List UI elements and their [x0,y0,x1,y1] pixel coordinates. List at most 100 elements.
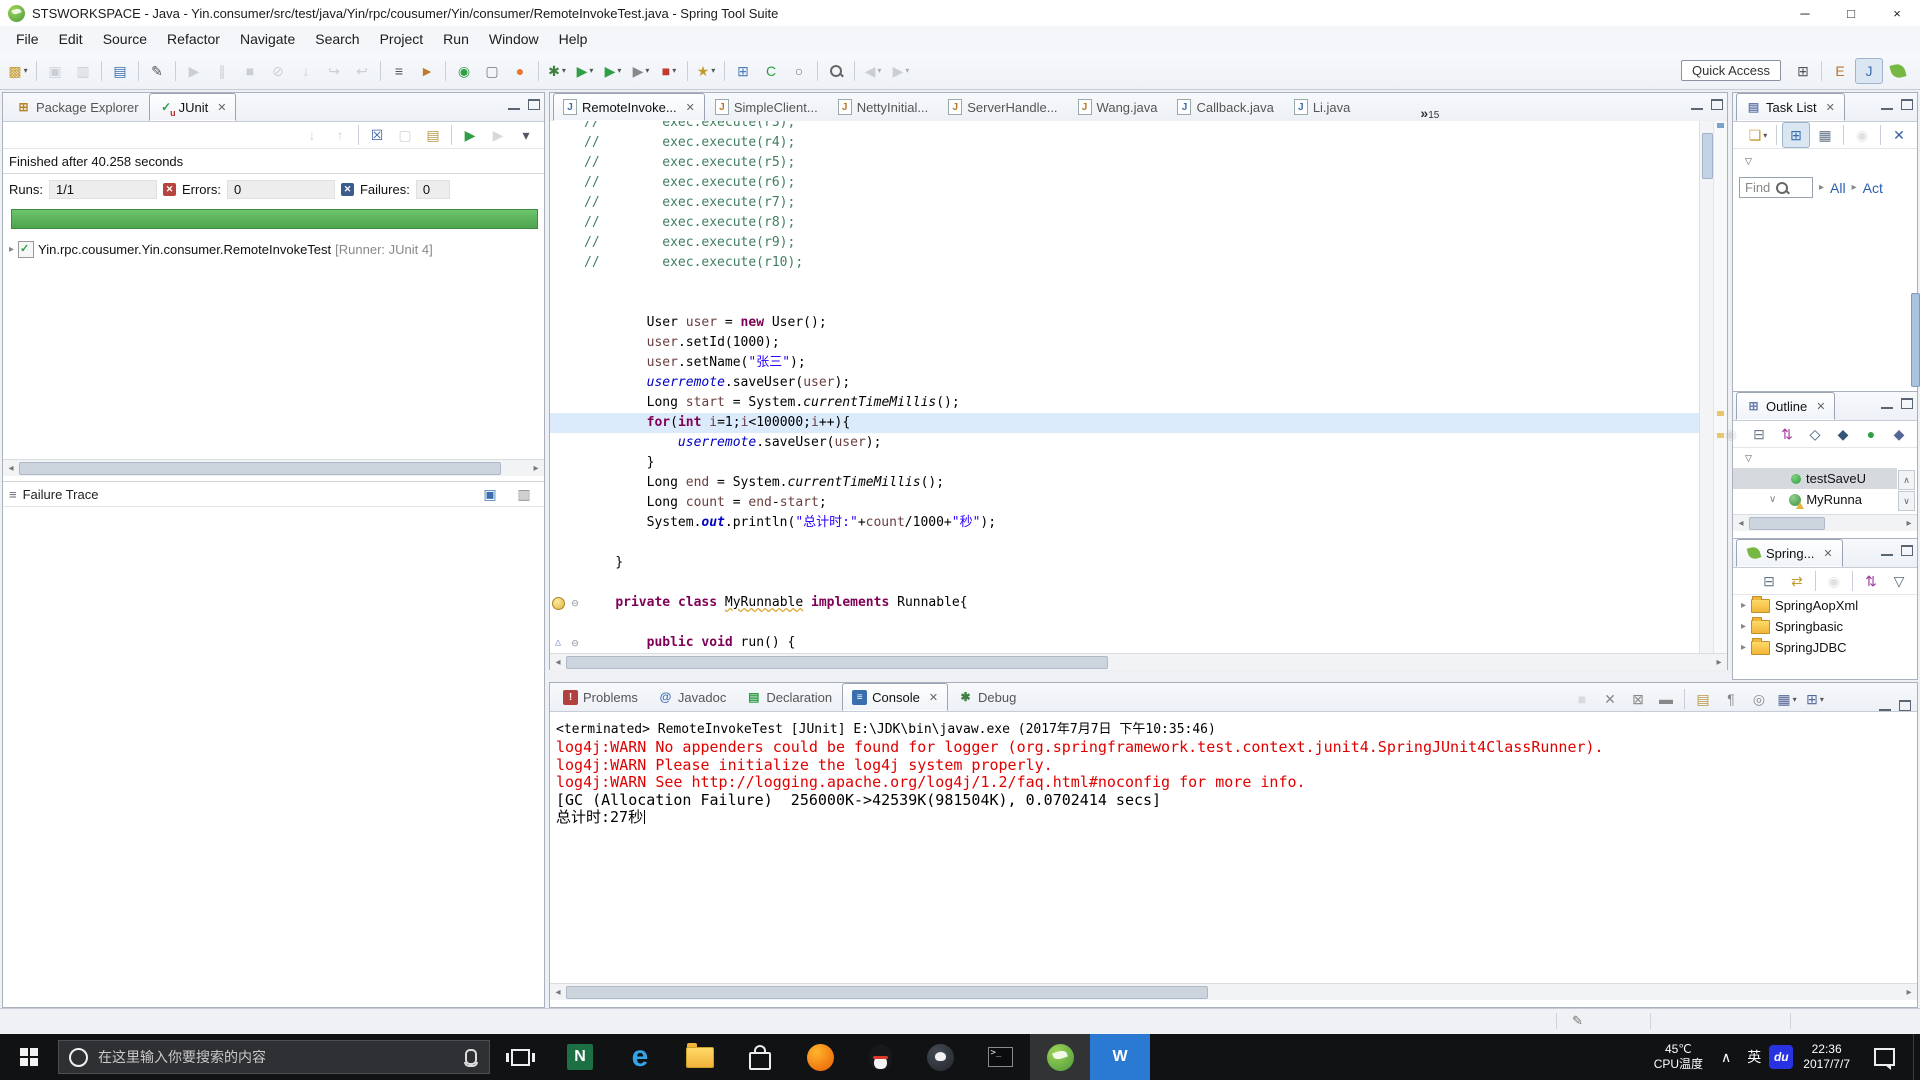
rerun-test-icon[interactable]: ▶ [457,123,483,147]
start-button[interactable] [0,1034,58,1080]
scroll-right-icon[interactable]: ▸ [1901,987,1917,998]
compare-icon[interactable]: ▥ [511,482,537,506]
editor-tab[interactable]: J Wang.java [1068,93,1168,121]
stack-filter-icon[interactable]: ▣ [477,482,503,506]
show-skipped-icon[interactable]: ▢ [392,123,418,147]
task-view-icon[interactable] [490,1034,550,1080]
focus-task-icon[interactable]: ◉ [1849,123,1875,147]
new-config-icon[interactable]: ▢ [479,59,505,83]
qq-icon[interactable] [850,1034,910,1080]
store-icon[interactable] [730,1034,790,1080]
edge-icon[interactable]: e [610,1034,670,1080]
editor-tab[interactable]: J NettyInitial... [828,93,939,121]
scrollbar-thumb[interactable] [1911,293,1920,387]
show-desktop-button[interactable] [1913,1034,1920,1080]
save-icon[interactable]: ▣ [42,59,68,83]
new-java-project-icon[interactable]: ⊞ [730,59,756,83]
github-icon[interactable] [910,1034,970,1080]
minimize-view-icon[interactable] [1881,398,1893,409]
console-view-tab[interactable]: @ Javadoc [648,683,736,711]
editor-tab[interactable]: J Li.java [1284,93,1361,121]
outline-item[interactable]: testSaveU [1733,468,1897,489]
console-view-tab[interactable]: ▤ Declaration [736,683,842,711]
boot-dashboard-icon[interactable]: ◉ [451,59,477,83]
remove-all-icon[interactable]: ⊠ [1625,687,1651,711]
remove-launch-icon[interactable]: ✕ [1597,687,1623,711]
spring-explorer-tab[interactable]: Spring... ✕ [1736,539,1843,567]
menu-item-window[interactable]: Window [479,27,549,51]
hide-local-types-icon[interactable]: ◆ [1886,422,1912,446]
launch-icon[interactable]: ► [414,59,440,83]
scroll-right-icon[interactable]: ▸ [528,463,544,474]
vertical-scrollbar[interactable] [1699,121,1713,653]
horizontal-scrollbar[interactable]: ◂ ▸ [3,459,544,476]
minimize-view-icon[interactable] [1881,99,1893,110]
failures-only-icon[interactable]: ☒ [364,123,390,147]
filter-activate-link[interactable]: Act [1863,180,1883,196]
editor-tab[interactable]: J RemoteInvoke... ✕ [553,93,705,121]
w-app-icon[interactable]: W [1090,1034,1150,1080]
firefox-icon[interactable] [790,1034,850,1080]
refresh-icon[interactable]: ⇄ [1784,569,1810,593]
scroll-lock-icon[interactable]: ▤ [420,123,446,147]
terminate-icon[interactable]: ■ [1569,687,1595,711]
editor-tab[interactable]: J ServerHandle... [938,93,1067,121]
scrollbar-thumb[interactable] [1702,133,1713,179]
tray-expand-icon[interactable]: ∧ [1713,1049,1739,1066]
console-view-tab[interactable]: ≡ Console ✕ [842,683,949,711]
scroll-up-icon[interactable]: ∧ [1898,470,1915,490]
menu-item-help[interactable]: Help [549,27,598,51]
profile-icon[interactable]: ▶ ▾ [628,59,654,83]
resume-icon[interactable]: ▶ [181,59,207,83]
stop-icon[interactable]: ■ ▾ [656,59,682,83]
cursor-marker[interactable] [1717,123,1724,128]
task-list-tab[interactable]: ▤ Task List ✕ [1736,93,1845,121]
focus-icon[interactable]: ◉ [1821,569,1847,593]
close-tab-icon[interactable]: ✕ [1816,400,1825,413]
spring-project-item[interactable]: ▸ SpringAopXml [1733,595,1917,616]
expander-icon[interactable]: ∨ [1769,494,1776,505]
horizontal-scrollbar[interactable]: ◂ ▸ [550,983,1917,1000]
java-perspective-icon[interactable]: J [1855,57,1883,84]
hide-non-public-icon[interactable]: ● [1858,422,1884,446]
spring-project-item[interactable]: ▸ Springbasic [1733,616,1917,637]
scroll-left-icon[interactable]: ◂ [550,657,566,668]
menu-item-source[interactable]: Source [93,27,157,51]
maximize-view-icon[interactable] [1901,545,1913,556]
close-button[interactable]: × [1874,0,1920,26]
close-tab-icon[interactable]: ✕ [217,101,226,114]
previous-failed-test-icon[interactable]: ↑ [327,123,353,147]
scrollbar-thumb[interactable] [19,461,501,475]
outline-tab[interactable]: ⊞ Outline ✕ [1736,392,1836,420]
terminate-icon[interactable]: ■ [237,59,263,83]
menu-item-refactor[interactable]: Refactor [157,27,230,51]
open-type-icon[interactable]: ○ [786,59,812,83]
console-view-tab[interactable]: ✱ Debug [948,683,1026,711]
step-into-icon[interactable]: ↓ [293,59,319,83]
clear-console-icon[interactable]: ▬ [1653,687,1679,711]
cmd-icon[interactable]: >_ [970,1034,1030,1080]
warning-icon[interactable] [551,596,565,610]
close-tab-icon[interactable]: ✕ [929,691,938,704]
java-ee-perspective-icon[interactable]: E [1827,59,1853,83]
maximize-view-icon[interactable] [528,99,540,110]
hide-fields-icon[interactable]: ◇ [1802,422,1828,446]
save-all-icon[interactable]: ▥ [70,59,96,83]
clock-widget[interactable]: 22:36 2017/7/7 [1793,1042,1860,1072]
file-explorer-icon[interactable] [670,1034,730,1080]
test-tree-item[interactable]: ▸ Yin.rpc.cousumer.Yin.consumer.RemoteIn… [3,239,544,259]
minimize-view-icon[interactable] [1879,700,1891,711]
spring-nature-icon[interactable]: ● [507,59,533,83]
warning-marker[interactable] [1717,411,1724,416]
menu-item-navigate[interactable]: Navigate [230,27,305,51]
menu-item-edit[interactable]: Edit [49,27,93,51]
view-menu-icon[interactable]: ▾ [513,123,539,147]
categorized-icon[interactable]: ⊞ [1782,122,1810,148]
step-return-icon[interactable]: ↩ [349,59,375,83]
microphone-icon[interactable] [464,1049,478,1067]
action-center-icon[interactable] [1874,1048,1895,1070]
scroll-down-icon[interactable]: ∨ [1898,491,1915,511]
fold-collapse-icon[interactable]: ⊖ [571,593,578,613]
onenote-icon[interactable]: N [550,1034,610,1080]
external-tools-icon[interactable]: ★ ▾ [693,59,719,83]
